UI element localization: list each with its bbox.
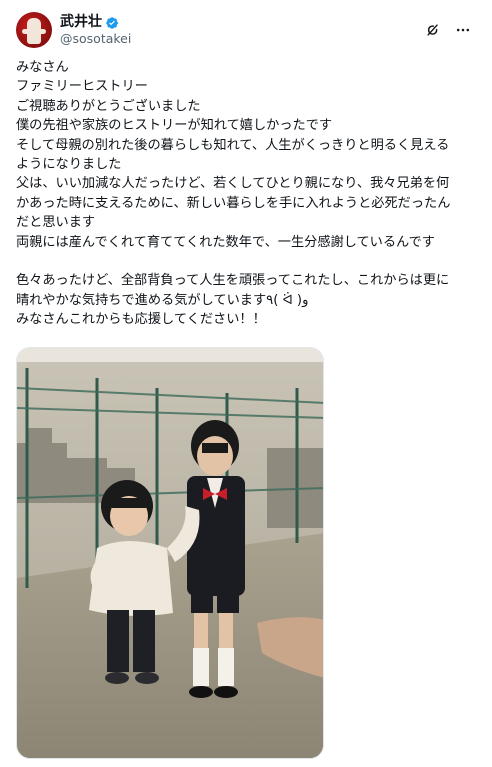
post-text-line — [16, 252, 476, 271]
post-text-line: 父は、いい加減な人だったけど、若くしてひとり親になり、我々兄弟を何 — [16, 176, 450, 192]
header-actions — [424, 21, 476, 39]
post-header: 武井壮 @sosotakei — [16, 10, 476, 50]
post-text-line: みなさんこれからも応援してください！！ — [16, 312, 266, 328]
avatar[interactable] — [16, 12, 52, 48]
post-card: 武井壮 @sosotakei みなさん ファミリーヒストリー ご視聴ありがとうご… — [0, 0, 492, 767]
more-dots-icon[interactable] — [454, 21, 472, 39]
author-handle[interactable]: @sosotakei — [60, 31, 131, 47]
verified-badge-icon — [105, 15, 119, 29]
post-text-line: みなさん — [16, 60, 69, 75]
post-text-line: ようになりました — [16, 157, 122, 173]
post-text-line: ファミリーヒストリー — [16, 79, 148, 95]
grok-icon[interactable] — [424, 21, 442, 39]
author-names: 武井壮 @sosotakei — [60, 13, 131, 47]
avatar-figure-arms — [22, 29, 46, 34]
two-boys-on-rooftop-photo — [17, 348, 323, 758]
post-text-line: ご視聴ありがとうございました — [16, 98, 201, 114]
post-text-line: かあった時に支えるために、新しい暮らしを手に入れようと必死だったん — [16, 195, 451, 211]
post-photo[interactable] — [16, 347, 324, 759]
post-text-line: だと思います — [16, 215, 96, 231]
post-text: みなさんファミリーヒストリーご視聴ありがとうございました僕の先祖や家族のヒストリ… — [16, 58, 476, 330]
post-text-line: 両親には産んでくれて育ててくれた数年で、一生分感謝しているんです — [16, 234, 435, 250]
post-text-line: 色々あったけど、全部背負って人生を頑張ってこれたし、これからは更に — [16, 273, 450, 289]
name-row: 武井壮 — [60, 13, 131, 31]
author-display-name[interactable]: 武井壮 — [60, 13, 102, 31]
post-text-line: 僕の先祖や家族のヒストリーが知れて嬉しかったです — [16, 118, 333, 134]
post-text-line: そして母親の別れた後の暮らしも知れて、人生がくっきりと明るく見える — [16, 137, 450, 153]
post-text-line: 晴れやかな気持ちで進める気がしています٩( ᐛ )و — [16, 292, 309, 308]
